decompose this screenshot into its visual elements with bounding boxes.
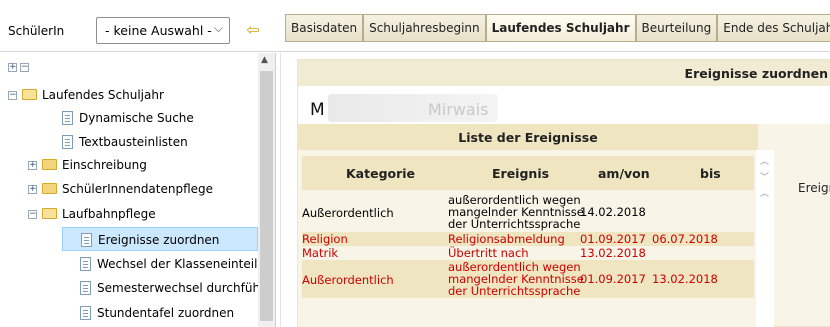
scrollbar-thumb[interactable] — [260, 71, 273, 321]
tree-item-textbausteinlisten[interactable]: Textbausteinlisten — [62, 130, 188, 154]
list-scrollbar[interactable]: ︿ ﹀ ︿ — [756, 150, 774, 327]
content-area: Ereignisse zuordnen M Mirwais Liste der … — [280, 53, 830, 327]
tab-laufendes-schuljahr[interactable]: Laufendes Schuljahr — [485, 14, 636, 42]
scroll-up-icon[interactable]: ▲ — [261, 55, 268, 65]
expand-einschreibung-icon[interactable]: + — [28, 161, 37, 170]
collapse-all-icon[interactable]: − — [20, 63, 29, 72]
cell-bis: 13.02.2018 — [652, 272, 718, 286]
table-row[interactable]: Außerordentlich außerordentlich wegen ma… — [302, 260, 754, 298]
tab-bar: Basisdaten Schuljahresbeginn Laufendes S… — [285, 14, 830, 42]
expand-all-icon[interactable]: + — [8, 63, 17, 72]
tab-schuljahresbeginn[interactable]: Schuljahresbeginn — [363, 14, 486, 42]
document-icon — [80, 281, 91, 295]
document-icon — [80, 257, 91, 271]
tree-item-schuelerinnendatenpflege[interactable]: SchülerInnendatenpflege — [42, 177, 213, 201]
cell-kategorie: Matrik — [302, 246, 339, 260]
cell-ereignis-line: der Unterrichtssprache — [448, 284, 581, 298]
tree-item-ereignisse-zuordnen[interactable]: Ereignisse zuordnen — [62, 227, 258, 251]
events-table: Kategorie Ereignis am/von bis Außerorden… — [298, 150, 758, 327]
column-header-ereignis[interactable]: Ereignis — [492, 166, 549, 181]
cell-bis: 06.07.2018 — [652, 232, 718, 246]
expand-datenpflege-icon[interactable]: + — [28, 185, 37, 194]
collapse-laufbahnpflege-icon[interactable]: − — [28, 210, 37, 219]
tree-item-laufendes-schuljahr[interactable]: Laufendes Schuljahr — [22, 83, 164, 107]
cell-am-von: 01.09.2017 — [580, 232, 646, 246]
table-row[interactable]: Religion Religionsabmeldung 01.09.2017 0… — [302, 232, 754, 246]
cell-kategorie: Außerordentlich — [302, 206, 394, 220]
document-icon — [80, 306, 91, 320]
scroll-up-icon[interactable]: ︿ — [760, 154, 769, 167]
app-window: SchülerIn - keine Auswahl - ⌵ ⇦ Basisdat… — [0, 0, 830, 327]
select-value: - keine Auswahl - — [105, 23, 212, 38]
cell-kategorie: Außerordentlich — [302, 273, 394, 287]
cell-kategorie: Religion — [302, 232, 348, 246]
student-name-strip: M Mirwais — [298, 86, 830, 124]
tree-item-laufbahnpflege[interactable]: Laufbahnpflege — [42, 202, 156, 226]
tree-item-wechsel-klasseneinteilung[interactable]: Wechsel der Klasseneinteilung — [80, 252, 258, 276]
tab-basisdaten[interactable]: Basisdaten — [285, 14, 364, 42]
tab-ende-des-schuljahres[interactable]: Ende des Schuljahres — [717, 14, 830, 42]
folder-icon — [42, 183, 57, 194]
table-row[interactable]: Matrik Übertritt nach 13.02.2018 — [302, 246, 754, 260]
cell-am-von: 13.02.2018 — [580, 246, 646, 260]
ereignis-detail-label: Ereign — [798, 181, 830, 195]
top-bar: SchülerIn - keine Auswahl - ⌵ ⇦ Basisdat… — [0, 0, 830, 52]
tree-item-stundentafel-zuordnen[interactable]: Stundentafel zuordnen — [80, 301, 234, 325]
tree-item-semesterwechsel[interactable]: Semesterwechsel durchführe — [80, 276, 258, 300]
student-name: Mirwais — [428, 100, 489, 119]
ereignisse-panel: Ereignisse zuordnen M Mirwais Liste der … — [297, 59, 830, 327]
column-header-bis[interactable]: bis — [700, 166, 721, 181]
column-header-am-von[interactable]: am/von — [598, 166, 650, 181]
table-header: Kategorie Ereignis am/von bis — [302, 156, 754, 190]
collapse-root-icon[interactable]: − — [8, 91, 17, 100]
cell-am-von: 01.09.2017 — [580, 272, 646, 286]
cell-am-von: 14.02.2018 — [580, 205, 646, 219]
arrow-left-icon[interactable]: ⇦ — [243, 20, 263, 40]
schueler-select[interactable]: - keine Auswahl - ⌵ — [96, 17, 230, 44]
navigation-tree: + − − Laufendes Schuljahr Dynamische Suc… — [0, 53, 276, 327]
schueler-label: SchülerIn — [8, 24, 65, 38]
tab-beurteilung[interactable]: Beurteilung — [635, 14, 718, 42]
cell-ereignis-line: Übertritt nach — [448, 246, 529, 260]
column-header-kategorie[interactable]: Kategorie — [346, 166, 415, 181]
document-icon — [62, 135, 73, 149]
document-icon — [62, 111, 73, 125]
table-row[interactable]: Außerordentlich außerordentlich wegen ma… — [302, 193, 754, 231]
list-title: Liste der Ereignisse — [298, 124, 758, 150]
tree-item-dynamische-suche[interactable]: Dynamische Suche — [62, 106, 194, 130]
scroll-up-icon[interactable]: ︿ — [760, 186, 769, 199]
panel-title: Ereignisse zuordnen — [298, 60, 830, 86]
cell-ereignis-line: Religionsabmeldung — [448, 232, 565, 246]
folder-open-icon — [22, 89, 37, 100]
document-icon — [81, 233, 92, 247]
folder-open-icon — [42, 208, 57, 219]
student-initial: M — [310, 100, 325, 120]
tree-item-einschreibung[interactable]: Einschreibung — [42, 153, 147, 177]
chevron-down-icon: ⌵ — [213, 21, 223, 35]
folder-icon — [42, 159, 57, 170]
scroll-down-icon[interactable]: ﹀ — [760, 170, 769, 183]
cell-ereignis-line: der Unterrichtssprache — [448, 217, 581, 231]
tree-scrollbar[interactable]: ▲ — [258, 53, 275, 327]
